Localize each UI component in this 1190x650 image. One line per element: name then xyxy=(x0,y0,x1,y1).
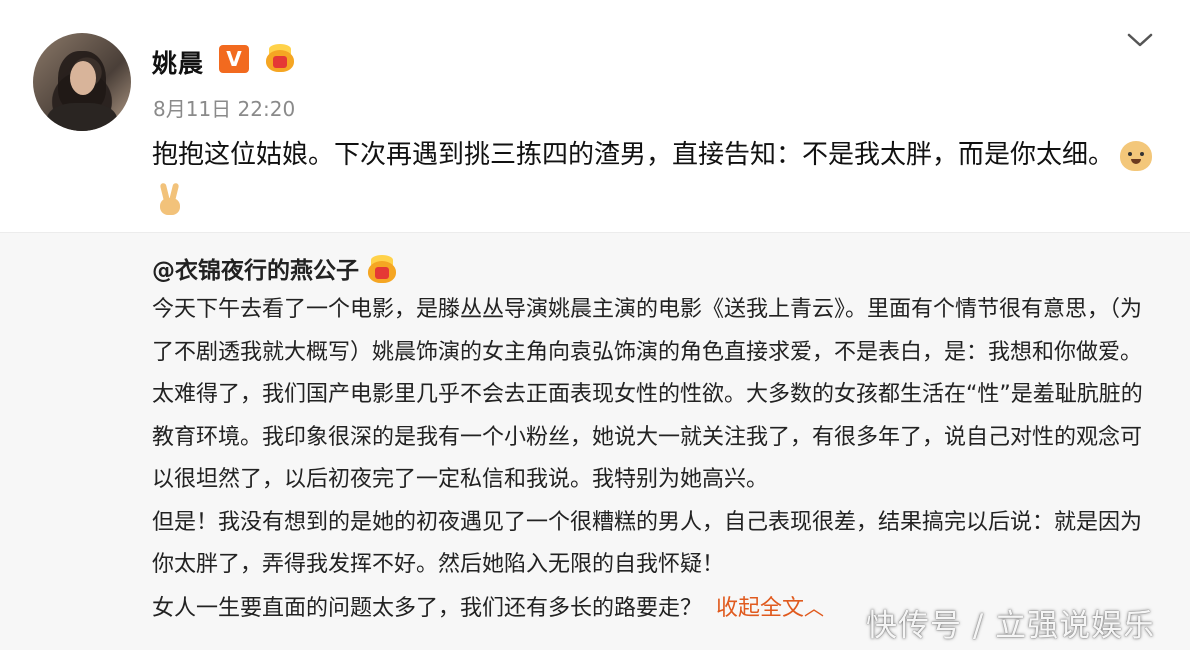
repost-paragraph: 今天下午去看了一个电影，是滕丛丛导演姚晨主演的电影《送我上青云》。里面有个情节很… xyxy=(152,297,1143,365)
avatar-body xyxy=(47,103,117,131)
repost-paragraph: 但是！我没有想到的是她的初夜遇见了一个很糟糕的男人，自己表现很差，结果搞完以后说… xyxy=(152,509,1143,578)
repost-body: 今天下午去看了一个电影，是滕丛丛导演姚晨主演的电影《送我上青云》。里面有个情节很… xyxy=(152,289,1152,630)
chevron-up-icon[interactable]: ︿ xyxy=(804,596,824,620)
crown-icon xyxy=(263,44,297,74)
victory-hand-emoji-icon xyxy=(156,182,184,217)
repost-author[interactable]: @衣锦夜行的燕公子 xyxy=(152,251,399,287)
chevron-down-icon[interactable] xyxy=(1126,30,1154,50)
post-card: 姚晨 V 8月11日 22:20 抱抱这位姑娘。下次再遇到挑三拣四的渣男，直接告… xyxy=(0,0,1190,232)
avatar-face xyxy=(70,61,96,95)
avatar[interactable] xyxy=(33,33,131,131)
watermark: 快传号 / 立强说娱乐 xyxy=(866,608,1156,644)
doge-emoji-icon xyxy=(1120,140,1153,171)
username[interactable]: 姚晨 xyxy=(152,44,204,80)
post-text: 抱抱这位姑娘。下次再遇到挑三拣四的渣男，直接告知：不是我太胖，而是你太细。 xyxy=(152,140,1115,170)
verified-badge-icon: V xyxy=(219,45,249,73)
repost-paragraph: 太难得了，我们国产电影里几乎不会去正面表现女性的性欲。大多数的女孩都生活在“性”… xyxy=(152,382,1143,492)
collapse-link[interactable]: 收起全文 xyxy=(716,596,804,621)
repost-username[interactable]: @衣锦夜行的燕公子 xyxy=(152,258,359,284)
repost-card[interactable]: @衣锦夜行的燕公子 今天下午去看了一个电影，是滕丛丛导演姚晨主演的电影《送我上青… xyxy=(0,232,1190,650)
post-body: 抱抱这位姑娘。下次再遇到挑三拣四的渣男，直接告知：不是我太胖，而是你太细。 xyxy=(152,133,1153,221)
post-timestamp[interactable]: 8月11日 22:20 xyxy=(153,93,295,122)
repost-last-line: 女人一生要直面的问题太多了，我们还有多长的路要走？ xyxy=(152,595,703,621)
crown-icon xyxy=(365,254,399,285)
